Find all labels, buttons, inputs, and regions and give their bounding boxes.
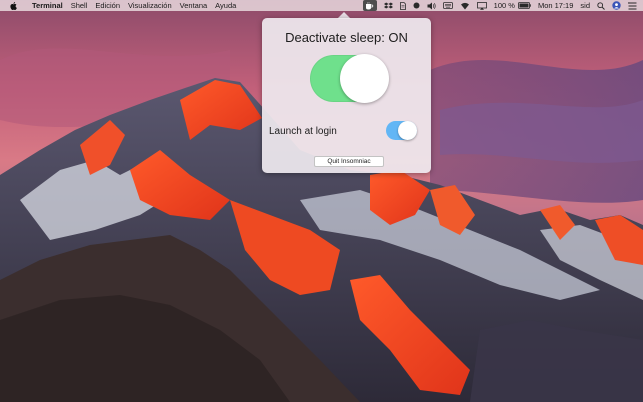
menu-ayuda[interactable]: Ayuda xyxy=(211,0,240,11)
launch-at-login-toggle-knob[interactable] xyxy=(398,121,417,140)
popover-title: Deactivate sleep: ON xyxy=(285,30,408,45)
battery-icon[interactable] xyxy=(518,0,531,11)
battery-percentage[interactable]: 100 % xyxy=(494,0,515,11)
insomniac-popover: Deactivate sleep: ON Launch at login Qui… xyxy=(262,18,431,173)
deactivate-sleep-toggle[interactable] xyxy=(310,54,389,103)
dropbox-icon[interactable] xyxy=(383,0,393,11)
user-avatar-icon[interactable] xyxy=(612,0,621,11)
wifi-icon[interactable] xyxy=(460,0,470,11)
search-icon[interactable] xyxy=(597,0,605,11)
menu-ventana[interactable]: Ventana xyxy=(176,0,212,11)
menu-visualizacion[interactable]: Visualización xyxy=(124,0,176,11)
document-icon[interactable] xyxy=(399,0,406,11)
menu-app-name[interactable]: Terminal xyxy=(28,0,67,11)
deactivate-sleep-toggle-knob[interactable] xyxy=(340,54,389,103)
insomniac-cup-icon[interactable] xyxy=(362,0,377,11)
notification-center-icon[interactable] xyxy=(628,0,637,11)
airplay-icon[interactable] xyxy=(476,0,487,11)
quit-insomniac-button[interactable]: Quit Insomniac xyxy=(314,156,384,167)
launch-at-login-label: Launch at login xyxy=(269,126,337,137)
menu-user-name[interactable]: sid xyxy=(580,0,590,11)
launch-at-login-toggle[interactable] xyxy=(386,121,417,140)
volume-icon[interactable] xyxy=(427,0,436,11)
menu-shell[interactable]: Shell xyxy=(67,0,92,11)
record-icon[interactable] xyxy=(413,0,420,11)
keyboard-icon[interactable] xyxy=(442,0,453,11)
menu-edicion[interactable]: Edición xyxy=(91,0,124,11)
menu-bar: Terminal Shell Edición Visualización Ven… xyxy=(0,0,643,11)
apple-icon[interactable] xyxy=(10,1,18,10)
menu-clock[interactable]: Mon 17:19 xyxy=(538,0,573,11)
